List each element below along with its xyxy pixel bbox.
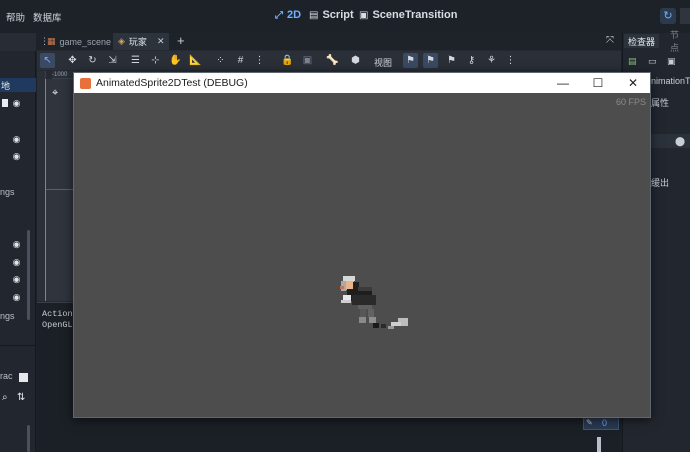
filesystem-scrollbar[interactable] — [27, 425, 30, 452]
insert-key-icon[interactable]: ⚷ — [464, 53, 479, 68]
scene-tree-root-label: 地 — [1, 81, 11, 91]
workspace-2d-label: 2D — [287, 9, 302, 21]
visibility-eye-icon[interactable]: ◉ — [11, 257, 22, 268]
origin-cross-icon: ⌖ — [52, 87, 59, 99]
close-button[interactable]: ✕ — [616, 73, 650, 93]
skeleton-icon[interactable]: 🦴 — [325, 53, 340, 68]
visibility-eye-icon[interactable]: ◉ — [11, 134, 22, 145]
ruler-tool-icon[interactable]: 📐 — [188, 53, 203, 68]
game-viewport[interactable]: 60 FPS — [74, 93, 650, 417]
inspected-node-name: nimationT — [651, 76, 690, 86]
snap-options-icon[interactable]: ⋮ — [252, 53, 267, 68]
left-dock-scrollbar[interactable] — [27, 230, 30, 320]
section-icon: ⬤ — [675, 136, 686, 146]
tab-node[interactable]: 节点 — [666, 30, 690, 53]
pivot-tool-icon[interactable]: ⊹ — [148, 53, 163, 68]
pan-tool-icon[interactable]: ✋ — [168, 53, 183, 68]
godot-app-icon — [80, 77, 91, 89]
fps-counter: 60 FPS — [615, 97, 646, 107]
visibility-eye-icon[interactable]: ◉ — [11, 98, 22, 109]
workspace-script-label: Script — [322, 9, 354, 21]
visibility-eye-icon[interactable]: ◉ — [11, 274, 22, 285]
list-select-icon[interactable]: ☰ — [128, 53, 143, 68]
game-window-title: AnimatedSprite2DTest (DEBUG) — [96, 77, 248, 89]
close-tab-icon[interactable]: ✕ — [157, 36, 165, 47]
new-resource-icon[interactable]: ▤ — [628, 56, 637, 67]
property-label: 缓出 — [651, 178, 670, 188]
auto-key-icon[interactable]: ⚘ — [484, 53, 499, 68]
scene-transition-icon: ▣ — [359, 9, 369, 21]
scene-tree-item-label: ngs — [0, 311, 15, 321]
script-icon[interactable] — [2, 99, 8, 107]
filesystem-item-label: rac — [0, 371, 13, 381]
menu-help[interactable]: 帮助 — [6, 10, 25, 24]
key-scale-icon[interactable]: ⚑ — [444, 53, 459, 68]
pencil-icon: ✎ — [586, 418, 593, 427]
smart-snap-icon[interactable]: ⁘ — [213, 53, 228, 68]
workspace-2d-button[interactable]: ⤢ 2D — [275, 9, 301, 21]
menu-database[interactable]: 数据库 — [33, 10, 62, 24]
scene-file-icon: ▦ — [47, 36, 56, 46]
tab-game-scene[interactable]: ▦ game_scene — [42, 33, 116, 50]
tab-inspector[interactable]: 检查器 — [624, 34, 660, 48]
scale-tool-icon[interactable]: ⇲ — [105, 53, 120, 68]
search-icon[interactable]: ⌕ — [2, 392, 8, 403]
workspace-scene-transition-label: SceneTransition — [372, 9, 458, 21]
reload-icon[interactable]: ↻ — [660, 8, 676, 24]
x-axis-line — [46, 189, 74, 190]
visibility-eye-icon[interactable]: ◉ — [11, 292, 22, 303]
filter-properties-label: 属性 — [651, 98, 670, 108]
checkbox[interactable] — [19, 373, 28, 382]
output-line: OpenGL — [42, 320, 73, 330]
ruler-mark: -1000 — [52, 72, 68, 78]
animation-key-options-icon[interactable]: ⋮ — [503, 53, 518, 68]
save-icon[interactable]: ▣ — [667, 56, 676, 67]
output-line: Action — [42, 309, 73, 319]
group-icon[interactable]: ▣ — [300, 53, 315, 68]
animated-sprite — [338, 273, 428, 348]
sort-icon[interactable]: ⇅ — [17, 392, 25, 403]
move-tool-icon[interactable]: ✥ — [65, 53, 80, 68]
distraction-free-icon[interactable]: ⤧ — [606, 35, 614, 46]
2d-icon: ⤢ — [275, 9, 283, 21]
open-folder-icon[interactable]: ▭ — [648, 56, 657, 67]
minimize-button[interactable]: — — [546, 73, 580, 93]
workspace-scene-transition-button[interactable]: ▣ SceneTransition — [359, 9, 457, 21]
spinbox-value: 0 — [602, 418, 608, 428]
visibility-eye-icon[interactable]: ◉ — [11, 151, 22, 162]
tab-player-label: 玩家 — [128, 37, 147, 47]
key-rotation-icon[interactable]: ⚑ — [423, 53, 438, 68]
add-tab-icon[interactable]: + — [177, 33, 185, 48]
game-window[interactable]: AnimatedSprite2DTest (DEBUG) — ☐ ✕ 60 FP… — [73, 72, 651, 418]
visibility-eye-icon[interactable]: ◉ — [11, 239, 22, 250]
lock-icon[interactable]: 🔒 — [280, 53, 295, 68]
scene-file-icon: ◈ — [118, 36, 125, 46]
y-axis-line — [45, 79, 46, 301]
tab-game-scene-label: game_scene — [59, 36, 112, 47]
left-dock-header — [0, 33, 36, 51]
tab-player[interactable]: ◈ 玩家 ✕ — [113, 33, 170, 50]
rotate-tool-icon[interactable]: ↻ — [85, 53, 100, 68]
maximize-button[interactable]: ☐ — [581, 73, 615, 93]
key-position-icon[interactable]: ⚑ — [403, 53, 418, 68]
slider-handle[interactable] — [597, 437, 601, 452]
select-tool-icon[interactable]: ↖ — [40, 53, 55, 68]
view-menu[interactable]: 视图 — [374, 56, 392, 69]
workspace-script-button[interactable]: ▤ Script — [309, 9, 354, 21]
grid-snap-icon[interactable]: # — [233, 53, 248, 68]
camera-override-icon[interactable]: ⬢ — [348, 53, 363, 68]
run-button-edge[interactable] — [680, 8, 690, 24]
script-icon: ▤ — [309, 9, 319, 21]
scene-tree-item-label: ngs — [0, 187, 15, 197]
dock-divider — [0, 345, 36, 346]
